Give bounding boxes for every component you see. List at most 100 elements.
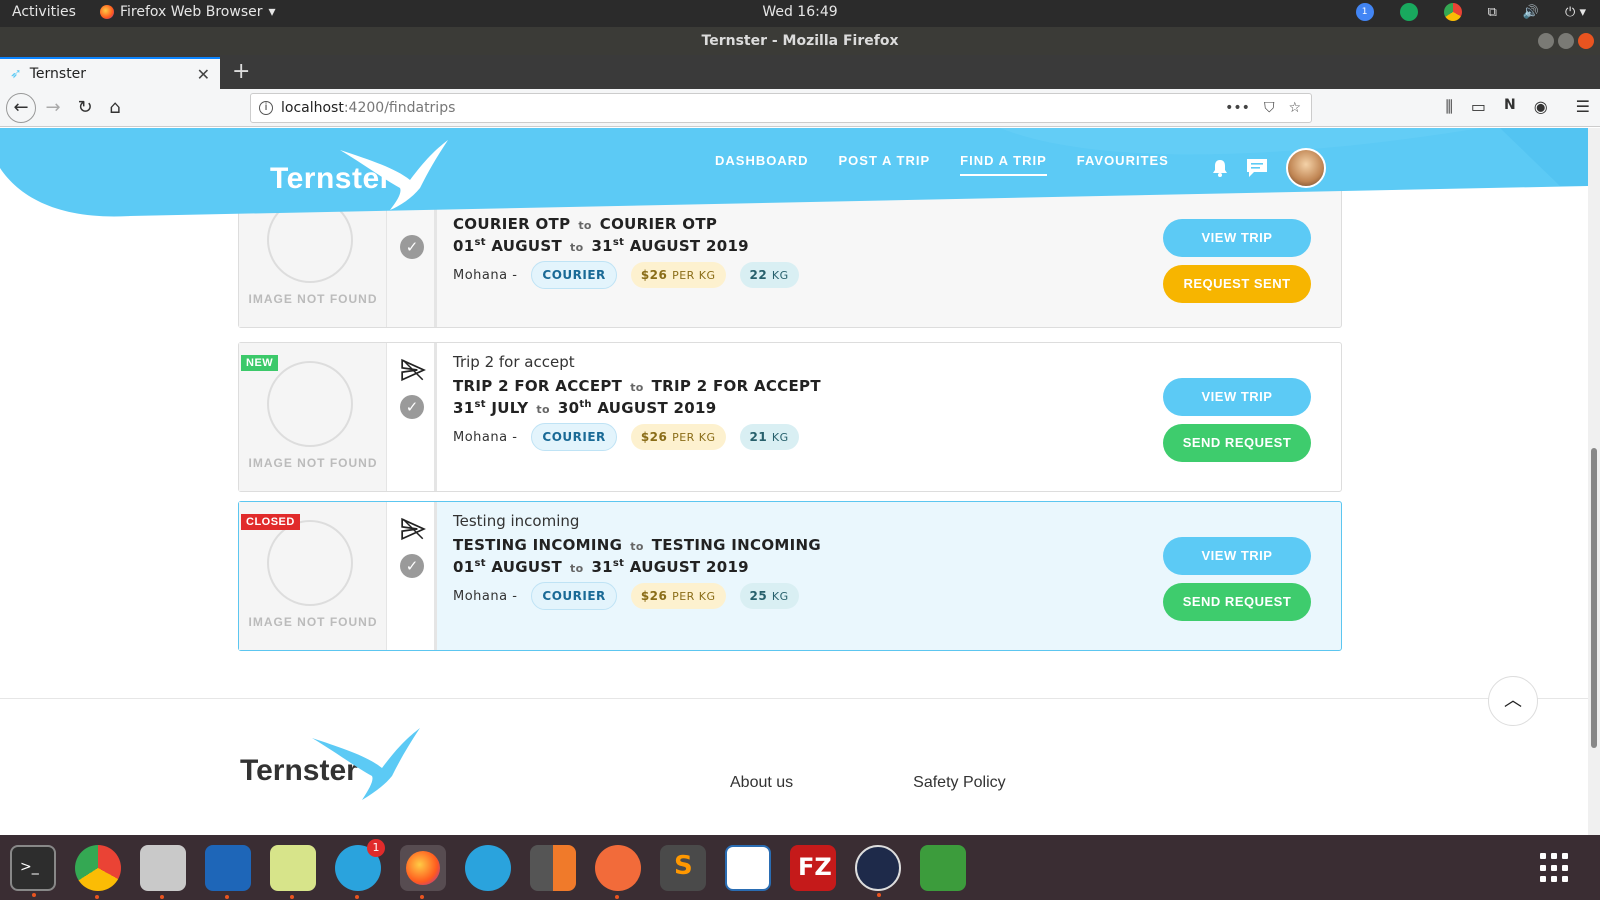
notification-icon[interactable]: 1 (1355, 3, 1374, 21)
image-not-found-text: IMAGE NOT FOUND (248, 615, 378, 629)
tab-ternster[interactable]: ➶ Ternster ✕ (0, 57, 220, 89)
trip-meta: Mohana - COURIER $26 PER KG 22 KG (453, 261, 799, 289)
send-request-button[interactable]: SEND REQUEST (1163, 424, 1311, 462)
libreoffice-writer-icon[interactable] (725, 844, 771, 891)
nav-post-a-trip[interactable]: POST A TRIP (839, 153, 931, 176)
trip-meta: Mohana - COURIER $26 PER KG 25 KG (453, 582, 821, 610)
network-icon[interactable]: ⧉ (1488, 5, 1497, 20)
terminal-icon[interactable]: >_ (10, 844, 56, 897)
nav-favourites[interactable]: FAVOURITES (1077, 153, 1169, 176)
pocket-icon[interactable]: ⛉ (1264, 94, 1275, 122)
nav-dashboard[interactable]: DASHBOARD (715, 153, 809, 176)
chrome-tray-icon[interactable] (1443, 3, 1462, 21)
url-path: :4200/findatrips (343, 100, 456, 116)
verified-check-icon: ✓ (400, 395, 424, 419)
trip-card: IMAGE NOT FOUND CLOSED ✓ Testing incomin… (238, 501, 1342, 651)
calculator-icon[interactable] (530, 844, 576, 891)
weight-chip: 25 KG (739, 583, 799, 609)
footer-link-safety-policy[interactable]: Safety Policy (913, 774, 1005, 792)
trip-owner: Mohana - (453, 267, 518, 283)
site-header (0, 128, 1588, 248)
page-scrollbar[interactable] (1588, 128, 1600, 835)
scrollbar-thumb[interactable] (1591, 448, 1597, 748)
system-tray[interactable]: 1 ⧉ 🔊 ⏻ ▾ (1355, 3, 1586, 21)
vscode-icon[interactable] (205, 844, 251, 899)
filezilla-icon[interactable]: FZ (790, 844, 836, 891)
activities-button[interactable]: Activities (12, 4, 76, 20)
cloud-app-icon[interactable] (855, 844, 901, 897)
ternster-placeholder-icon (267, 520, 353, 606)
url-host: localhost (281, 100, 344, 116)
volume-icon[interactable]: 🔊 (1523, 5, 1539, 20)
footer-links: About us Safety Policy (730, 774, 1006, 792)
request-sent-button[interactable]: REQUEST SENT (1163, 265, 1311, 303)
weight-chip: 21 KG (739, 424, 799, 450)
library-icon[interactable]: ⫼ (1445, 97, 1452, 117)
app-menu[interactable]: Firefox Web Browser ▾ (100, 4, 276, 20)
reload-button[interactable]: ↻ (72, 95, 98, 121)
window-close-button[interactable] (1578, 33, 1594, 49)
trip-card: IMAGE NOT FOUND NEW ✓ Trip 2 for accept … (238, 342, 1342, 492)
nav-find-a-trip[interactable]: FIND A TRIP (960, 153, 1047, 176)
header-actions (1212, 148, 1326, 188)
menu-icon[interactable]: ☰ (1576, 97, 1590, 117)
telegram-icon[interactable]: 1 (335, 838, 385, 899)
ternster-placeholder-icon (267, 361, 353, 447)
power-icon[interactable]: ⏻ ▾ (1565, 5, 1586, 20)
trip-status-column: ✓ (387, 502, 437, 650)
files-icon[interactable] (140, 844, 186, 899)
footer-link-about-us[interactable]: About us (730, 774, 793, 792)
notes-icon[interactable] (270, 844, 316, 899)
main-nav: DASHBOARD POST A TRIP FIND A TRIP FAVOUR… (715, 153, 1169, 176)
new-tab-button[interactable]: + (232, 59, 250, 84)
extension-n-icon[interactable]: N (1504, 97, 1516, 117)
home-button[interactable]: ⌂ (102, 95, 128, 121)
monkey-app-icon[interactable] (920, 844, 966, 891)
telegram-badge: 1 (367, 838, 385, 857)
footer-divider (0, 698, 1588, 699)
url-bar[interactable]: i localhost:4200/findatrips ••• ⛉ ☆ (250, 93, 1312, 123)
send-request-button[interactable]: SEND REQUEST (1163, 583, 1311, 621)
hangouts-icon[interactable] (1399, 3, 1418, 21)
window-title-bar: Ternster - Mozilla Firefox (0, 27, 1600, 55)
trip-info: Trip 2 for accept TRIP 2 FOR ACCEPT to TRI… (453, 353, 821, 451)
view-trip-button[interactable]: VIEW TRIP (1163, 378, 1311, 416)
trip-type-chip: COURIER (531, 261, 617, 289)
image-not-found-text: IMAGE NOT FOUND (248, 292, 378, 306)
trip-type-chip: COURIER (531, 582, 617, 610)
bell-icon[interactable] (1212, 159, 1228, 177)
minimize-button[interactable] (1538, 33, 1554, 49)
trip-status-column: ✓ (387, 343, 437, 491)
chrome-icon[interactable] (75, 844, 121, 899)
telegram-desktop-icon[interactable] (465, 844, 511, 891)
user-avatar[interactable] (1286, 148, 1326, 188)
chat-icon[interactable] (1246, 158, 1268, 178)
tab-close-icon[interactable]: ✕ (197, 65, 210, 84)
page-viewport: IMAGE NOT FOUND ✓ COURIER OTP to COURIER O… (0, 128, 1588, 835)
sidebar-icon[interactable]: ▭ (1471, 97, 1486, 117)
trip-owner: Mohana - (453, 588, 518, 604)
tab-bar: ➶ Ternster ✕ + (0, 55, 1600, 89)
window-title: Ternster - Mozilla Firefox (701, 33, 899, 49)
postman-icon[interactable] (595, 844, 641, 899)
url-actions: ••• ⛉ ☆ (1225, 94, 1301, 122)
toolbar-right: ⫼ ▭ N ◉ ☰ (1445, 97, 1590, 117)
ternster-favicon-icon: ➶ (10, 66, 22, 82)
site-info-icon[interactable]: i (259, 101, 273, 115)
bookmark-star-icon[interactable]: ☆ (1288, 94, 1301, 122)
show-applications-icon[interactable] (1540, 853, 1570, 883)
back-button[interactable]: ← (6, 93, 36, 123)
trip-owner: Mohana - (453, 429, 518, 445)
page-actions-icon[interactable]: ••• (1225, 94, 1250, 122)
maximize-button[interactable] (1558, 33, 1574, 49)
trip-route: TRIP 2 FOR ACCEPT to TRIP 2 FOR ACCEPT (453, 377, 821, 395)
sublime-text-icon[interactable]: S (660, 844, 706, 891)
extension-icon[interactable]: ◉ (1534, 97, 1548, 117)
new-badge: NEW (241, 355, 279, 371)
view-trip-button[interactable]: VIEW TRIP (1163, 537, 1311, 575)
firefox-dock-icon[interactable] (400, 844, 446, 899)
scroll-to-top-button[interactable]: ︿ (1488, 676, 1538, 726)
forward-button[interactable]: → (40, 95, 66, 121)
tern-bird-icon (312, 728, 420, 800)
header-wave-background (0, 128, 1588, 217)
